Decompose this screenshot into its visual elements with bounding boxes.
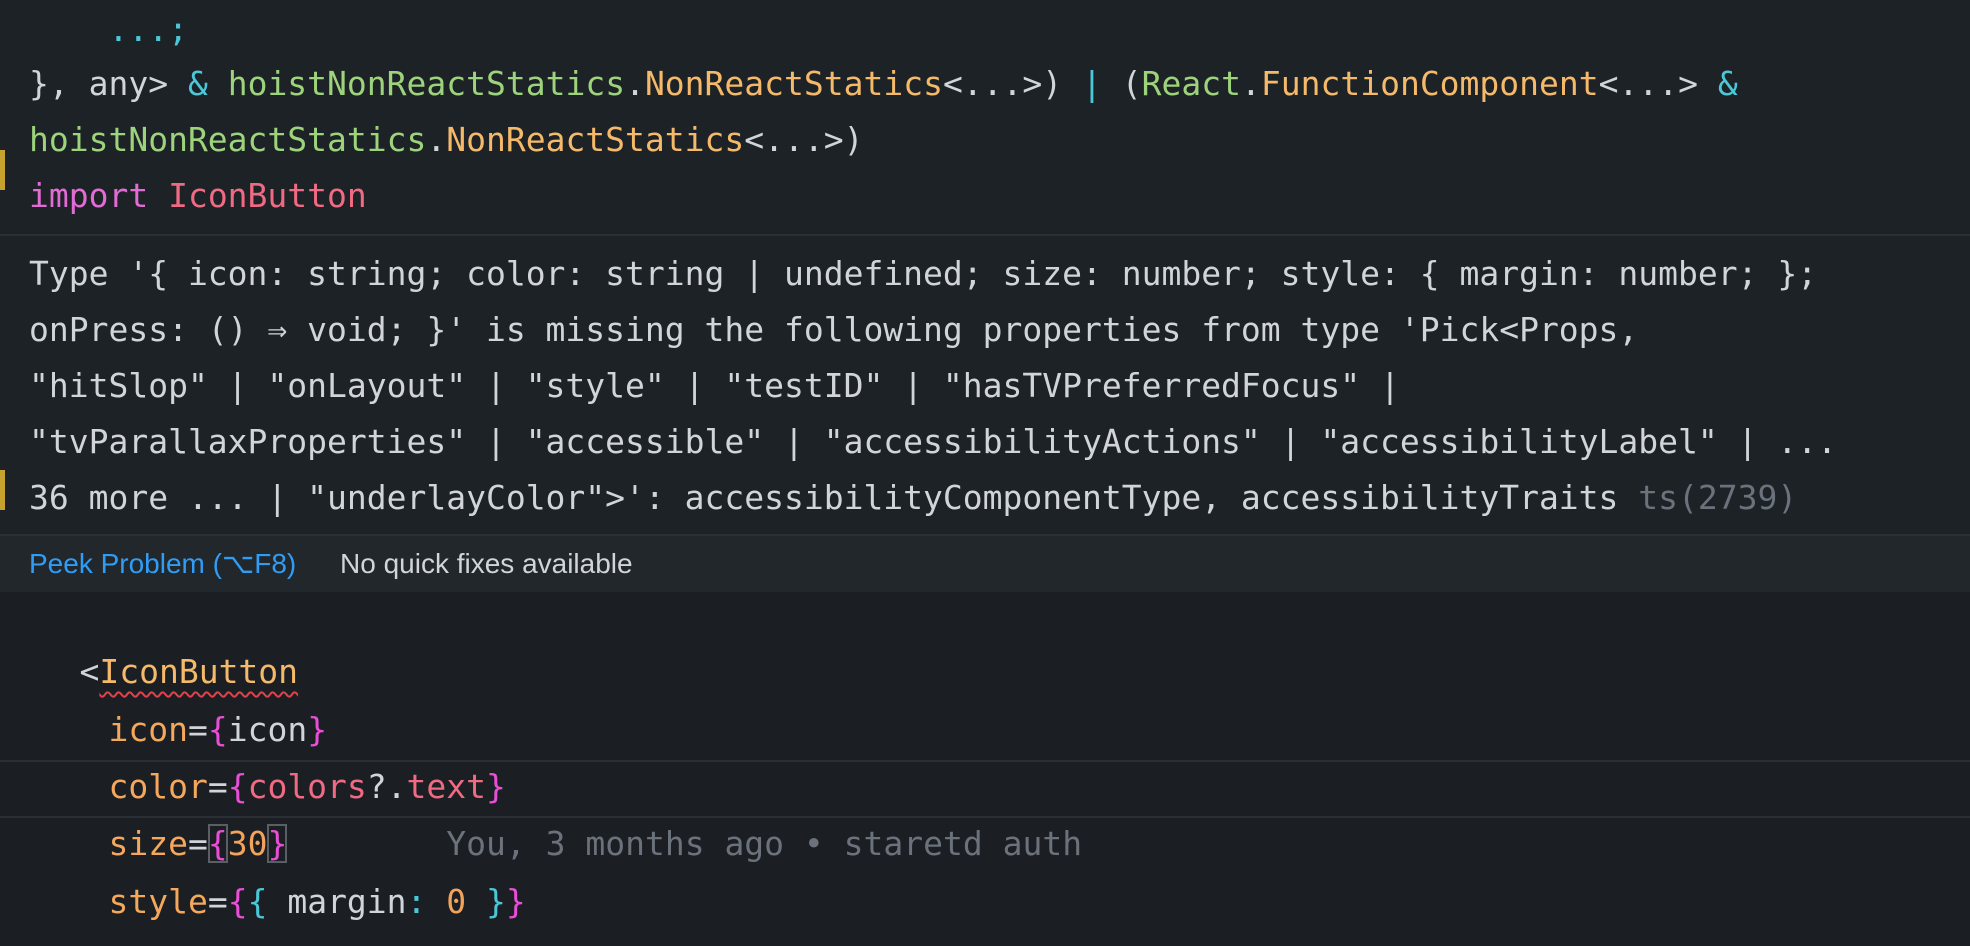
signature-token: (	[1121, 64, 1142, 103]
signature-line: hoistNonReactStatics.NonReactStatics<...…	[29, 112, 863, 168]
hover-widget: ...; }, any> & hoistNonReactStatics.NonR…	[0, 0, 1970, 592]
signature-token: ...;	[29, 10, 188, 49]
signature-token: .	[625, 64, 645, 103]
signature-token: NonReactStatics	[446, 120, 745, 159]
signature-token: &	[1717, 64, 1738, 103]
peek-problem-link[interactable]: Peek Problem (⌥F8)	[29, 536, 296, 592]
signature-token: hoistNonReactStatics	[29, 120, 427, 159]
signature-token: &	[187, 64, 228, 103]
signature-token: <...>)	[942, 64, 1083, 103]
error-line-text: 36 more ... | "underlayColor">': accessi…	[29, 478, 1619, 517]
signature-token: hoistNonReactStatics	[227, 64, 626, 103]
signature-token: IconButton	[168, 176, 367, 215]
divider	[0, 234, 1970, 236]
gutter-change-marker	[0, 470, 5, 510]
signature-token: <...>)	[744, 120, 864, 159]
hover-status-bar: Peek Problem (⌥F8) No quick fixes availa…	[0, 534, 1970, 592]
error-line: 36 more ... | "underlayColor">': accessi…	[29, 470, 1797, 526]
signature-line: ...;	[29, 2, 188, 58]
git-blame-annotation: You, 3 months ago • staretd auth	[446, 824, 1083, 863]
error-line: Type '{ icon: string; color: string | un…	[29, 254, 1818, 293]
signature-token: FunctionComponent	[1260, 64, 1599, 103]
signature-token: .	[1241, 64, 1261, 103]
prop-value: onClose	[287, 940, 426, 946]
error-line: "hitSlop" | "onLayout" | "style" | "test…	[29, 366, 1400, 405]
code-line: color={colors?.text}	[108, 767, 506, 806]
prop-name: onPress	[108, 940, 247, 946]
signature-token: import	[29, 176, 169, 215]
no-quick-fixes-text: No quick fixes available	[340, 548, 633, 579]
code-line: style={{ margin: 0 }}	[108, 882, 526, 921]
error-line: "tvParallaxProperties" | "accessible" | …	[29, 422, 1837, 461]
signature-token: React	[1141, 64, 1241, 103]
error-code: ts(2739)	[1618, 478, 1798, 517]
error-line: onPress: () ⇒ void; }' is missing the fo…	[29, 310, 1639, 349]
signature-token: NonReactStatics	[644, 64, 943, 103]
signature-line: }, any> & hoistNonReactStatics.NonReactS…	[29, 56, 1738, 112]
signature-token: }, any>	[29, 64, 188, 103]
signature-line: import IconButton	[29, 168, 367, 224]
object-value: 0	[446, 882, 467, 921]
signature-token: <...>	[1598, 64, 1718, 103]
code-line: onPress={onClose}	[29, 876, 446, 946]
code-line: <IconButton	[0, 588, 298, 691]
signature-token: |	[1082, 64, 1122, 103]
code-line: icon={icon}	[108, 710, 328, 749]
gutter-change-marker	[0, 150, 5, 190]
code-line: size={30} You, 3 months ago • staretd au…	[108, 824, 1083, 863]
signature-token: .	[426, 120, 447, 159]
